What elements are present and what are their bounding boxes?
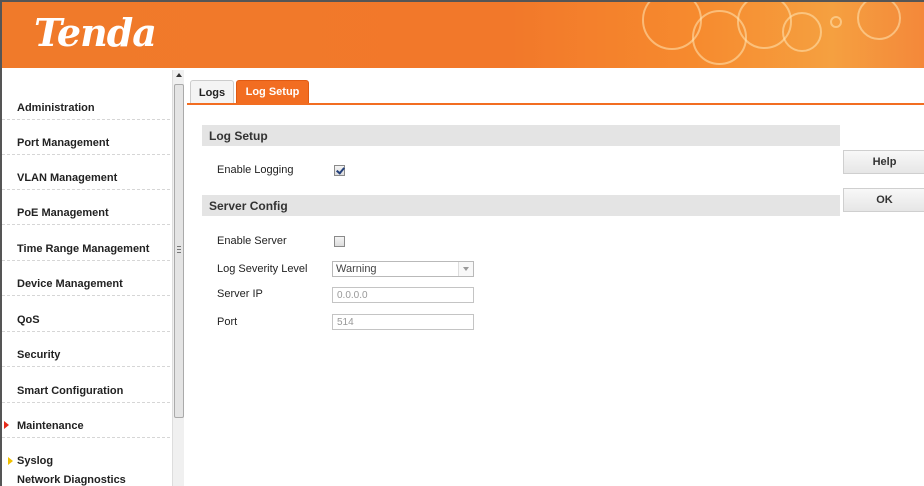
sidebar-item-label: QoS xyxy=(17,314,40,326)
sidebar-item-label: Time Range Management xyxy=(17,243,150,255)
sidebar-item-smart-configuration[interactable]: Smart Configuration xyxy=(2,368,170,403)
sidebar-item-security[interactable]: Security xyxy=(2,332,170,367)
log-severity-select[interactable]: Warning xyxy=(332,261,474,277)
enable-logging-label: Enable Logging xyxy=(217,164,294,176)
help-button[interactable]: Help xyxy=(843,150,924,174)
ok-button[interactable]: OK xyxy=(843,188,924,212)
sidebar-item-qos[interactable]: QoS xyxy=(2,297,170,332)
sidebar-item-administration[interactable]: Administration xyxy=(2,85,170,120)
expanded-arrow-icon xyxy=(4,421,9,429)
sidebar-item-label: Security xyxy=(17,349,61,361)
grip-line xyxy=(177,252,181,253)
port-input[interactable]: 514 xyxy=(332,314,474,330)
enable-server-checkbox[interactable] xyxy=(334,236,345,247)
sidebar-subitem-syslog[interactable]: Syslog xyxy=(2,455,170,467)
sidebar-subitem-label: Syslog xyxy=(17,455,54,467)
sidebar-item-poe-management[interactable]: PoE Management xyxy=(2,190,170,225)
sidebar-item-label: VLAN Management xyxy=(17,172,118,184)
sidebar-item-label: Device Management xyxy=(17,278,123,290)
sidebar-subitem-network-diagnostics[interactable]: Network Diagnostics xyxy=(2,474,170,486)
section-log-setup: Log Setup xyxy=(202,125,840,146)
sidebar-item-device-management[interactable]: Device Management xyxy=(2,261,170,296)
tab-underline xyxy=(187,103,924,105)
sidebar-item-label: Maintenance xyxy=(17,420,84,432)
server-ip-label: Server IP xyxy=(217,288,263,300)
sidebar-item-label: Port Management xyxy=(17,137,110,149)
scroll-up-arrow-icon[interactable] xyxy=(176,73,182,77)
tab-log-setup[interactable]: Log Setup xyxy=(236,80,309,104)
log-severity-label: Log Severity Level xyxy=(217,263,308,275)
sidebar-item-time-range-management[interactable]: Time Range Management xyxy=(2,226,170,261)
sidebar-item-label: Smart Configuration xyxy=(17,385,124,397)
header-decoration xyxy=(857,2,901,40)
sidebar-item-label: PoE Management xyxy=(17,207,109,219)
sidebar-item-maintenance[interactable]: Maintenance xyxy=(2,403,170,438)
grip-line xyxy=(177,246,181,247)
sidebar-subitem-label: Network Diagnostics xyxy=(17,474,126,486)
log-severity-value: Warning xyxy=(336,263,377,275)
sidebar-item-label: Administration xyxy=(17,102,95,114)
tab-logs[interactable]: Logs xyxy=(190,80,234,104)
page: Tenda Administration Port Management VLA… xyxy=(0,0,924,486)
brand-logo: Tenda xyxy=(34,10,157,55)
header: Tenda xyxy=(2,2,924,68)
sidebar-item-port-management[interactable]: Port Management xyxy=(2,120,170,155)
sidebar-nav: Administration Port Management VLAN Mana… xyxy=(2,70,172,486)
header-decoration xyxy=(782,12,822,52)
enable-logging-checkbox[interactable] xyxy=(334,165,345,176)
grip-line xyxy=(177,249,181,250)
chevron-down-icon[interactable] xyxy=(458,262,473,276)
port-label: Port xyxy=(217,316,238,328)
selected-arrow-icon xyxy=(8,457,13,465)
scrollbar-thumb[interactable] xyxy=(174,84,184,418)
sidebar-item-vlan-management[interactable]: VLAN Management xyxy=(2,155,170,190)
header-decoration xyxy=(830,16,842,28)
sidebar-scrollbar[interactable] xyxy=(172,70,184,486)
section-server-config: Server Config xyxy=(202,195,840,216)
enable-server-label: Enable Server xyxy=(217,235,287,247)
server-ip-input[interactable]: 0.0.0.0 xyxy=(332,287,474,303)
